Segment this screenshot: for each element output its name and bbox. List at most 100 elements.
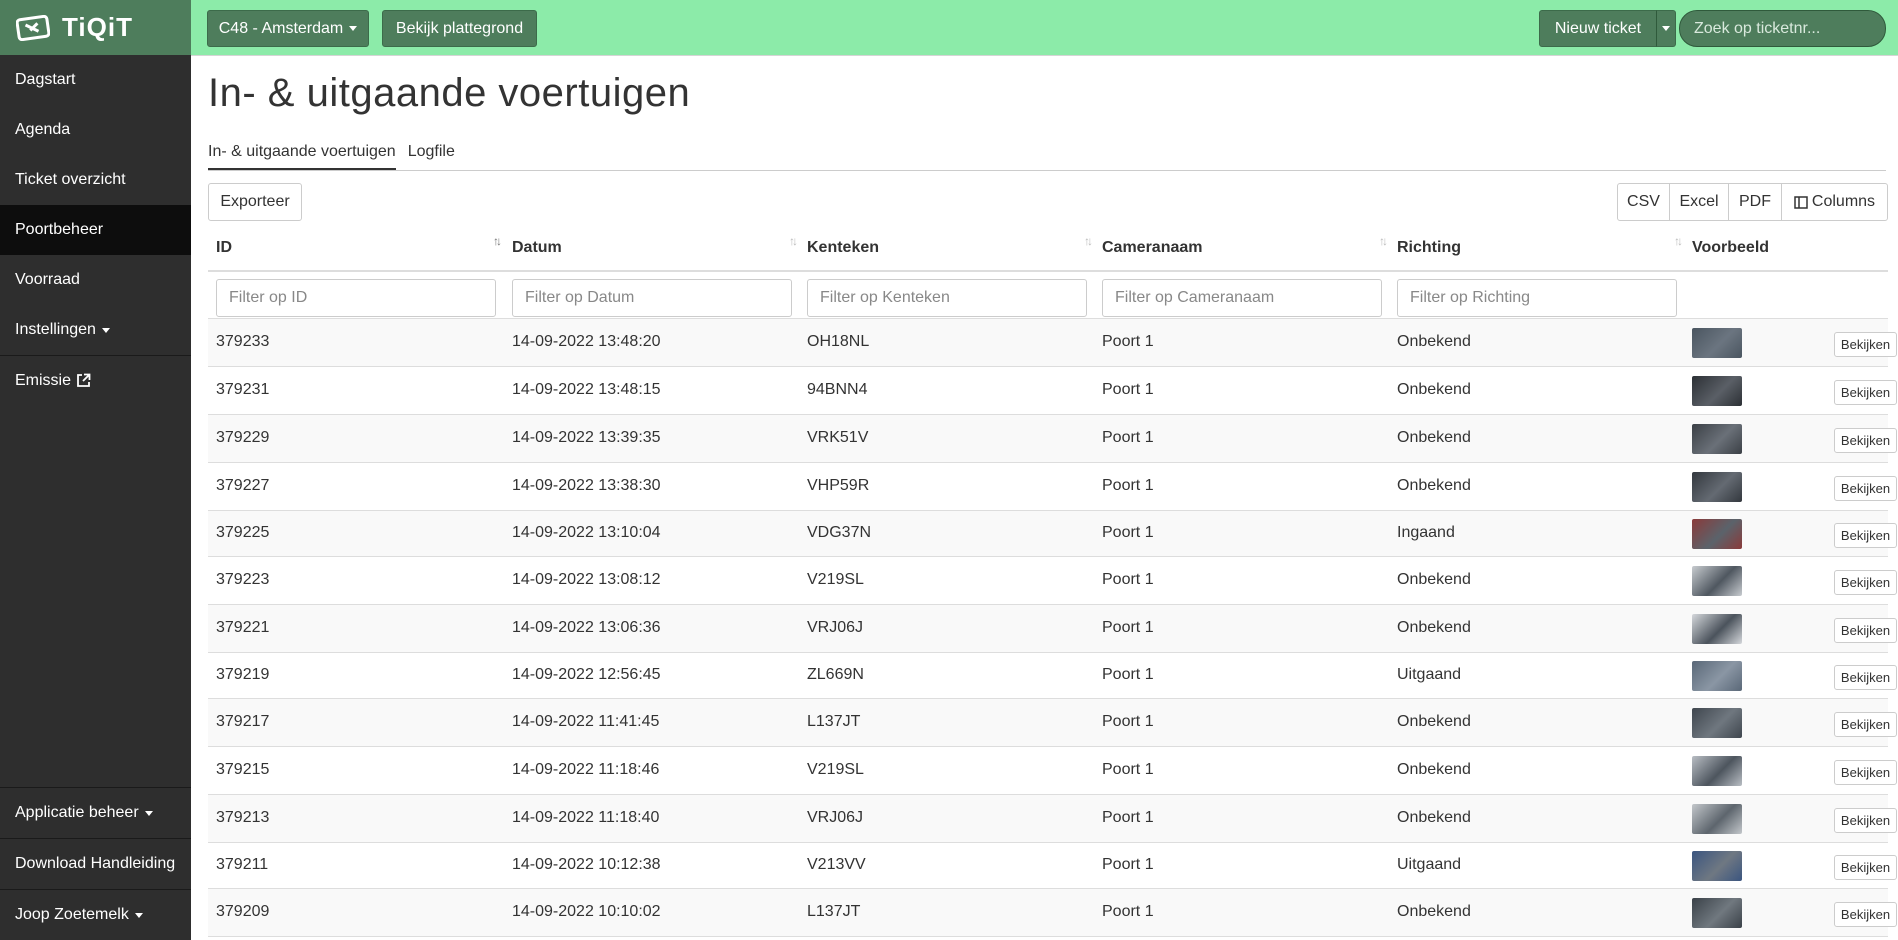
- sidebar-item-label: Voorraad: [15, 271, 80, 288]
- sidebar-item-download-handleiding[interactable]: Download Handleiding: [0, 838, 191, 889]
- camera-thumbnail[interactable]: [1692, 804, 1742, 834]
- cell-kenteken: VRJ06J: [807, 618, 864, 636]
- cell-datum: 14-09-2022 13:08:12: [512, 570, 661, 588]
- column-header-voorbeeld: Voorbeeld: [1684, 226, 1898, 270]
- cell-richting: Onbekend: [1397, 428, 1471, 446]
- view-button[interactable]: Bekijken: [1834, 711, 1897, 737]
- camera-thumbnail[interactable]: [1692, 756, 1742, 786]
- sidebar-item-ticket-overzicht[interactable]: Ticket overzicht: [0, 155, 191, 205]
- camera-thumbnail[interactable]: [1692, 376, 1742, 406]
- cell-kenteken: OH18NL: [807, 332, 870, 350]
- cell-richting: Onbekend: [1397, 760, 1471, 778]
- sidebar-item-poortbeheer[interactable]: Poortbeheer: [0, 205, 191, 255]
- sidebar-item-label: Poortbeheer: [15, 221, 104, 238]
- sidebar-item-dagstart[interactable]: Dagstart: [0, 55, 191, 105]
- filter-cameranaam-input[interactable]: [1102, 279, 1382, 317]
- view-button[interactable]: Bekijken: [1834, 664, 1897, 690]
- table-row: 379217 14-09-2022 11:41:45 L137JT Poort 1 On…: [208, 699, 1897, 747]
- tab-voertuigen[interactable]: In- & uitgaande voertuigen: [208, 138, 396, 170]
- cell-datum: 14-09-2022 13:06:36: [512, 618, 661, 636]
- camera-thumbnail[interactable]: [1692, 472, 1742, 502]
- column-header-richting[interactable]: Richting ↑↓: [1389, 226, 1684, 270]
- filter-richting-input[interactable]: [1397, 279, 1677, 317]
- brand[interactable]: TiQiT: [0, 0, 191, 55]
- cell-datum: 14-09-2022 11:18:40: [512, 808, 660, 826]
- cell-kenteken: ZL669N: [807, 665, 864, 683]
- table-row: 379215 14-09-2022 11:18:46 V219SL Poort 1 On…: [208, 747, 1897, 795]
- tab-logfile[interactable]: Logfile: [408, 138, 455, 170]
- column-header-kenteken[interactable]: Kenteken ↑↓: [799, 226, 1094, 270]
- cell-id: 379211: [216, 855, 269, 873]
- camera-thumbnail[interactable]: [1692, 898, 1742, 928]
- topbar: C48 - Amsterdam Bekijk plattegrond Nieuw…: [191, 0, 1898, 56]
- camera-thumbnail[interactable]: [1692, 661, 1742, 691]
- cell-cameranaam: Poort 1: [1102, 760, 1154, 778]
- sort-icon: ↑↓: [1084, 234, 1093, 248]
- cell-cameranaam: Poort 1: [1102, 902, 1154, 920]
- view-button[interactable]: Bekijken: [1834, 569, 1897, 595]
- view-button[interactable]: Bekijken: [1834, 759, 1897, 785]
- sidebar-item-label: Download Handleiding: [15, 855, 176, 872]
- cell-kenteken: L137JT: [807, 712, 861, 730]
- camera-thumbnail[interactable]: [1692, 614, 1742, 644]
- column-header-cameranaam[interactable]: Cameranaam ↑↓: [1094, 226, 1389, 270]
- new-ticket-button[interactable]: Nieuw ticket: [1539, 10, 1657, 47]
- view-button[interactable]: Bekijken: [1834, 854, 1897, 880]
- cell-cameranaam: Poort 1: [1102, 428, 1154, 446]
- columns-label: Columns: [1811, 193, 1876, 210]
- view-button[interactable]: Bekijken: [1834, 617, 1897, 643]
- camera-thumbnail[interactable]: [1692, 424, 1742, 454]
- cell-cameranaam: Poort 1: [1102, 476, 1154, 494]
- sort-icon: ↑↓: [1674, 234, 1683, 248]
- camera-thumbnail[interactable]: [1692, 519, 1742, 549]
- user-menu[interactable]: Joop Zoetemelk: [0, 889, 191, 940]
- column-header-datum[interactable]: Datum ↑↓: [504, 226, 799, 270]
- camera-thumbnail[interactable]: [1692, 566, 1742, 596]
- location-dropdown[interactable]: C48 - Amsterdam: [207, 10, 369, 47]
- cell-datum: 14-09-2022 13:39:35: [512, 428, 661, 446]
- sidebar-item-voorraad[interactable]: Voorraad: [0, 255, 191, 305]
- floorplan-button[interactable]: Bekijk plattegrond: [382, 10, 537, 47]
- cell-id: 379221: [216, 618, 270, 636]
- view-button[interactable]: Bekijken: [1834, 807, 1897, 833]
- table-row: 379225 14-09-2022 13:10:04 VDG37N Poort 1 In…: [208, 511, 1897, 557]
- camera-thumbnail[interactable]: [1692, 708, 1742, 738]
- camera-thumbnail[interactable]: [1692, 851, 1742, 881]
- view-button[interactable]: Bekijken: [1834, 427, 1897, 453]
- column-header-id[interactable]: ID ↑↓: [208, 226, 503, 270]
- cell-id: 379209: [216, 902, 270, 920]
- ticket-search-input[interactable]: [1679, 10, 1886, 47]
- column-header-label: Cameranaam: [1102, 239, 1203, 256]
- camera-thumbnail[interactable]: [1692, 328, 1742, 358]
- table-row: 379211 14-09-2022 10:12:38 V213VV Poort 1 Ui…: [208, 843, 1897, 889]
- table-row: 379213 14-09-2022 11:18:40 VRJ06J Poort 1 On…: [208, 795, 1897, 843]
- sidebar-item-applicatie-beheer[interactable]: Applicatie beheer: [0, 787, 191, 838]
- sidebar-item-emissie[interactable]: Emissie: [0, 355, 191, 405]
- sidebar-item-agenda[interactable]: Agenda: [0, 105, 191, 155]
- sidebar-item-instellingen[interactable]: Instellingen: [0, 305, 191, 355]
- column-header-label: Voorbeeld: [1692, 239, 1770, 256]
- cell-id: 379233: [216, 332, 270, 350]
- view-button[interactable]: Bekijken: [1834, 475, 1897, 501]
- filter-kenteken-input[interactable]: [807, 279, 1087, 317]
- sort-icon: ↑↓: [1379, 234, 1388, 248]
- filter-datum-input[interactable]: [512, 279, 792, 317]
- sidebar: TiQiT Dagstart Agenda Ticket overzicht P…: [0, 0, 191, 940]
- cell-cameranaam: Poort 1: [1102, 618, 1154, 636]
- view-button[interactable]: Bekijken: [1834, 522, 1897, 548]
- csv-button[interactable]: CSV: [1617, 183, 1670, 221]
- sort-desc-icon: ↑↓: [493, 234, 502, 248]
- view-button[interactable]: Bekijken: [1834, 331, 1897, 357]
- caret-down-icon: [144, 810, 153, 816]
- cell-kenteken: L137JT: [807, 902, 861, 920]
- cell-cameranaam: Poort 1: [1102, 523, 1154, 541]
- filter-id-input[interactable]: [216, 279, 496, 317]
- view-button[interactable]: Bekijken: [1834, 901, 1897, 927]
- excel-button[interactable]: Excel: [1669, 183, 1729, 221]
- export-button[interactable]: Exporteer: [208, 183, 302, 221]
- columns-button[interactable]: Columns: [1781, 183, 1888, 221]
- cell-datum: 14-09-2022 13:48:15: [512, 380, 661, 398]
- pdf-button[interactable]: PDF: [1728, 183, 1782, 221]
- new-ticket-dropdown-toggle[interactable]: [1656, 10, 1676, 47]
- view-button[interactable]: Bekijken: [1834, 379, 1897, 405]
